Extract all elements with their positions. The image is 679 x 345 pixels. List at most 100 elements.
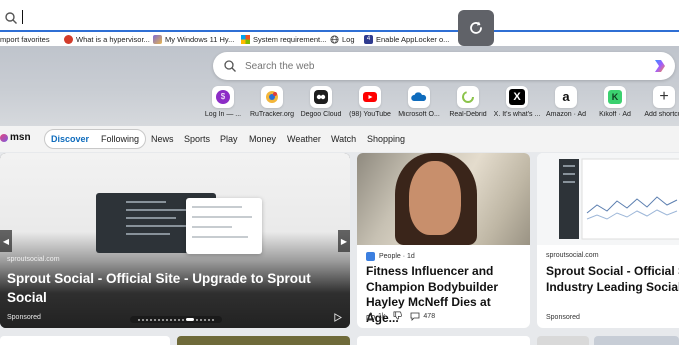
carousel-next-button[interactable]: ▶ xyxy=(338,230,350,252)
search-input[interactable] xyxy=(245,57,625,75)
sponsored-label: Sponsored xyxy=(7,314,41,321)
realdebrid-icon xyxy=(457,86,479,108)
favorite-import[interactable]: mport favorites xyxy=(0,33,50,45)
quick-link-amazon[interactable]: a Amazon · Ad xyxy=(542,86,590,118)
next-card-preview xyxy=(177,336,350,345)
quick-link-label: (98) YouTube xyxy=(349,111,391,118)
carousel-dots[interactable] xyxy=(130,316,222,323)
quick-link-x[interactable]: X X. It's what's ... xyxy=(493,86,541,118)
tab-following[interactable]: Following xyxy=(101,134,139,144)
search-icon xyxy=(224,60,236,72)
site-favicon-icon xyxy=(64,34,73,44)
amazon-icon: a xyxy=(555,86,577,108)
dashboard-panel-image xyxy=(186,198,262,254)
quick-link-label: X. It's what's ... xyxy=(493,111,541,118)
quick-link-rutracker[interactable]: RuTracker.org xyxy=(248,86,296,118)
favorite-applocker[interactable]: 4 Enable AppLocker o... xyxy=(364,33,449,45)
onedrive-icon xyxy=(408,86,430,108)
like-button[interactable]: 1k xyxy=(366,312,385,321)
nav-sports[interactable]: Sports xyxy=(184,134,210,144)
favorite-windows11[interactable]: My Windows 11 Hy... xyxy=(153,33,234,45)
next-card-preview xyxy=(357,336,530,345)
next-card-preview xyxy=(0,336,170,345)
nav-weather[interactable]: Weather xyxy=(287,134,321,144)
degoo-icon xyxy=(310,86,332,108)
quick-link-label: RuTracker.org xyxy=(249,111,295,118)
nav-money[interactable]: Money xyxy=(249,134,276,144)
dislike-button[interactable] xyxy=(393,311,403,322)
card-source: sproutsocial.com xyxy=(7,256,60,263)
favorite-hypervisor[interactable]: What is a hypervisor... xyxy=(64,33,150,45)
quick-link-label: Microsoft O... xyxy=(398,111,440,118)
comments-button[interactable]: 478 xyxy=(410,312,435,321)
site-favicon-icon: 4 xyxy=(364,34,373,44)
dashboard-chart-image xyxy=(559,158,679,240)
feed-toggle: Discover Following xyxy=(44,129,147,149)
tab-discover[interactable]: Discover xyxy=(51,134,89,144)
people-logo-icon xyxy=(366,252,375,261)
favorites-bar: mport favorites What is a hypervisor... … xyxy=(0,32,679,46)
quick-link-plus[interactable]: + Add shortcut xyxy=(640,86,679,118)
quick-link-degoo[interactable]: Degoo Cloud xyxy=(297,86,345,118)
card-title[interactable]: Sprout Social - Official Site - Upgrade … xyxy=(7,269,337,307)
favorite-label: mport favorites xyxy=(0,34,50,44)
ad-choices-icon[interactable] xyxy=(333,313,342,322)
youtube-icon xyxy=(359,86,381,108)
card-source: sproutsocial.com xyxy=(546,252,599,259)
msn-nav-bar: msn Discover Following News Sports Play … xyxy=(0,126,679,152)
text-caret xyxy=(22,10,23,24)
address-input[interactable] xyxy=(26,6,446,28)
card-reactions: 1k 478 xyxy=(366,311,435,322)
quick-link-skrill[interactable]: $ Log In — ... xyxy=(199,86,247,118)
plus-icon: + xyxy=(653,86,675,108)
msn-logo[interactable]: msn xyxy=(0,132,31,143)
quick-link-label: Degoo Cloud xyxy=(300,111,342,118)
sprout-ad-card[interactable]: sproutsocial.com Sprout Social - Officia… xyxy=(537,153,679,328)
web-search-box[interactable] xyxy=(213,52,675,80)
carousel-card[interactable]: sproutsocial.com Sprout Social - Officia… xyxy=(0,153,350,328)
globe-icon xyxy=(330,34,339,44)
address-bar[interactable] xyxy=(0,0,679,32)
next-card-preview xyxy=(594,336,679,345)
microsoft-icon xyxy=(241,34,250,44)
dashboard-image xyxy=(537,153,679,245)
thumbs-up-icon xyxy=(366,312,375,321)
comment-icon xyxy=(411,312,420,321)
quick-link-kikoff[interactable]: K Kikoff · Ad xyxy=(591,86,639,118)
card-source-row: People · 1d xyxy=(366,252,415,261)
favorite-system-requirements[interactable]: System requirement... xyxy=(241,33,326,45)
nav-play[interactable]: Play xyxy=(220,134,238,144)
quick-link-label: Log In — ... xyxy=(204,111,242,118)
card-source: People · 1d xyxy=(379,253,415,260)
carousel-prev-button[interactable]: ◀ xyxy=(0,230,12,252)
thumbs-down-icon xyxy=(393,311,403,320)
skrill-icon: $ xyxy=(212,86,234,108)
quick-link-realdebrid[interactable]: Real-Debrid xyxy=(444,86,492,118)
next-card-preview xyxy=(537,336,589,345)
news-photo xyxy=(357,153,530,245)
search-icon xyxy=(5,12,17,24)
quick-link-label: Amazon · Ad xyxy=(545,111,587,118)
quick-link-youtube[interactable]: (98) YouTube xyxy=(346,86,394,118)
quick-link-label: Kikoff · Ad xyxy=(599,111,631,118)
reload-button[interactable] xyxy=(458,10,494,46)
copilot-icon[interactable] xyxy=(651,57,669,75)
nav-shopping[interactable]: Shopping xyxy=(367,134,405,144)
nav-watch[interactable]: Watch xyxy=(331,134,356,144)
msn-logo-icon xyxy=(0,133,8,142)
kikoff-icon: K xyxy=(604,86,626,108)
chevron-right-icon: ▶ xyxy=(340,236,348,246)
card-title[interactable]: Sprout Social - Official Site Industry L… xyxy=(546,264,679,295)
quick-link-label: Real-Debrid xyxy=(449,111,487,118)
favorite-log[interactable]: Log xyxy=(330,33,355,45)
rutracker-icon xyxy=(261,86,283,108)
reload-icon xyxy=(470,21,482,34)
news-card[interactable]: People · 1d Fitness Influencer and Champ… xyxy=(357,153,530,328)
x-icon: X xyxy=(506,86,528,108)
site-favicon-icon xyxy=(153,34,162,44)
quick-link-onedrive[interactable]: Microsoft O... xyxy=(395,86,443,118)
sponsored-label: Sponsored xyxy=(546,314,580,321)
quick-link-label: Add shortcut xyxy=(644,111,679,118)
nav-news[interactable]: News xyxy=(151,134,174,144)
chevron-left-icon: ◀ xyxy=(2,236,10,246)
